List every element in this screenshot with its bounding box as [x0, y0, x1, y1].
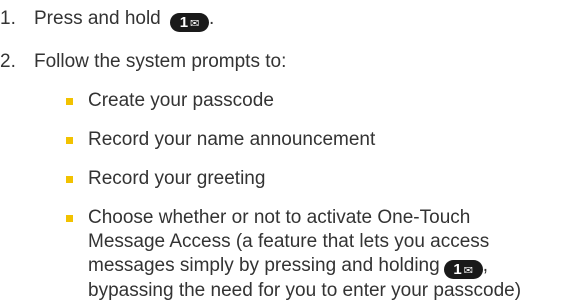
list-item-line: Choose whether or not to activate One-To…	[88, 207, 471, 228]
list-item-line: messages simply by pressing and holding 1…	[88, 254, 521, 279]
voicemail-key: 1 ✉	[170, 13, 210, 32]
list-item-text: Choose whether or not to activate One-To…	[88, 206, 521, 303]
list-item-line: Message Access (a feature that lets you …	[88, 231, 490, 252]
step-2: 2. Follow the system prompts to:	[0, 50, 286, 73]
voicemail-key: 1 ✉	[443, 260, 483, 279]
envelope-icon: ✉	[190, 18, 200, 30]
bullet-square-icon	[66, 137, 73, 144]
step-1: 1. Press and hold 1 ✉.	[0, 7, 214, 32]
bullet-square-icon	[66, 176, 73, 183]
key-label: 1	[179, 14, 189, 31]
key-label: 1	[453, 261, 462, 278]
list-item-line-suffix: ,	[482, 255, 488, 276]
step-text: Follow the system prompts to:	[34, 51, 287, 72]
envelope-icon: ✉	[463, 265, 473, 277]
list-item-text: Create your passcode	[88, 90, 274, 111]
bullet-square-icon	[66, 98, 73, 105]
list-item-line: bypassing the need for you to enter your…	[88, 280, 522, 301]
step-number: 2.	[0, 51, 16, 72]
bullet-square-icon	[66, 215, 73, 222]
step-text: Press and hold	[34, 8, 161, 29]
list-item-line-text: messages simply by pressing and holding	[88, 255, 440, 276]
step-suffix: .	[209, 8, 215, 29]
list-item-text: Record your name announcement	[88, 129, 376, 150]
step-number: 1.	[0, 8, 16, 29]
list-item-text: Record your greeting	[88, 168, 266, 189]
